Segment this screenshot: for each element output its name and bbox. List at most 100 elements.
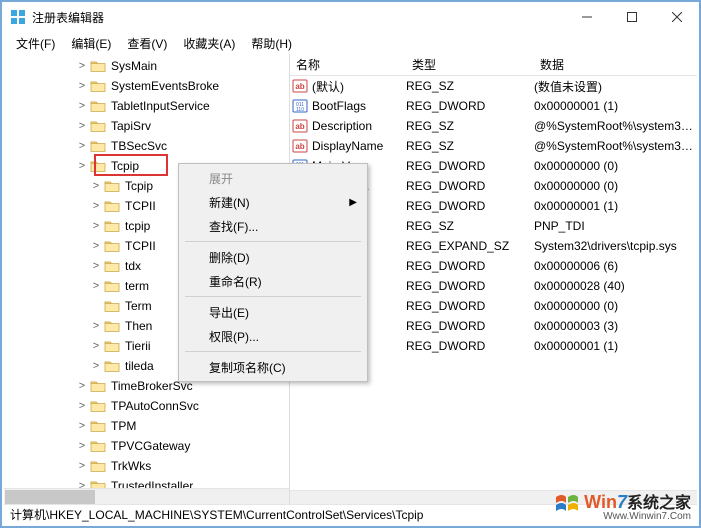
tree-expander-icon[interactable]: > (90, 336, 102, 356)
value-data: 0x00000001 (1) (534, 199, 697, 213)
svg-text:110: 110 (296, 107, 304, 113)
tree-item[interactable]: >TabletInputService (4, 96, 289, 116)
value-type: REG_DWORD (406, 99, 534, 113)
tree-expander-icon[interactable]: > (76, 56, 88, 76)
menu-favorites[interactable]: 收藏夹(A) (175, 33, 243, 54)
menu-view[interactable]: 查看(V) (119, 33, 175, 54)
value-type: REG_DWORD (406, 199, 534, 213)
value-type: REG_EXPAND_SZ (406, 239, 534, 253)
tree-item[interactable]: >TrustedInstaller (4, 476, 289, 488)
ctx-copy-key-name[interactable]: 复制项名称(C) (181, 355, 365, 379)
tree-expander-icon[interactable]: > (90, 276, 102, 296)
list-row[interactable]: ab(默认)REG_SZ(数值未设置) (290, 76, 697, 96)
folder-icon (90, 439, 106, 453)
binary-value-icon: 011110 (292, 98, 308, 114)
value-type: REG_DWORD (406, 319, 534, 333)
tree-expander-icon[interactable]: > (76, 476, 88, 488)
tree-expander-icon[interactable]: > (90, 356, 102, 376)
value-data: @%SystemRoot%\system32\tc (534, 139, 697, 153)
tree-item-label: TCPII (123, 236, 158, 256)
value-type: REG_SZ (406, 139, 534, 153)
folder-icon (90, 79, 106, 93)
list-row[interactable]: abDisplayNameREG_SZ@%SystemRoot%\system3… (290, 136, 697, 156)
ctx-expand[interactable]: 展开 (181, 166, 365, 190)
value-name: BootFlags (312, 99, 406, 113)
folder-icon (104, 259, 120, 273)
close-button[interactable] (654, 2, 699, 32)
tree-expander-icon[interactable]: > (76, 456, 88, 476)
tree-item[interactable]: >TapiSrv (4, 116, 289, 136)
value-data: 0x00000000 (0) (534, 179, 697, 193)
string-value-icon: ab (292, 118, 308, 134)
ctx-separator (185, 351, 361, 352)
tree-item[interactable]: >SystemEventsBroke (4, 76, 289, 96)
watermark-brand1: Win (584, 492, 617, 512)
tree-expander-icon[interactable]: > (76, 156, 88, 176)
folder-icon (90, 419, 106, 433)
value-data: 0x00000001 (1) (534, 99, 697, 113)
tree-scroll-horizontal[interactable] (4, 488, 289, 504)
column-type[interactable]: 类型 (406, 56, 534, 73)
ctx-delete[interactable]: 删除(D) (181, 245, 365, 269)
string-value-icon: ab (292, 138, 308, 154)
tree-expander-icon[interactable]: > (76, 376, 88, 396)
highlight-tree-selection (94, 154, 168, 176)
tree-expander-icon[interactable]: > (76, 416, 88, 436)
scroll-thumb[interactable] (5, 490, 95, 504)
list-row[interactable]: abDescriptionREG_SZ@%SystemRoot%\system3… (290, 116, 697, 136)
folder-icon (104, 319, 120, 333)
window-title: 注册表编辑器 (32, 9, 564, 26)
ctx-permissions[interactable]: 权限(P)... (181, 324, 365, 348)
tree-item-label: TPVCGateway (109, 436, 192, 456)
tree-item[interactable]: >SysMain (4, 56, 289, 76)
tree-expander-icon[interactable]: > (90, 196, 102, 216)
ctx-rename[interactable]: 重命名(R) (181, 269, 365, 293)
folder-icon (104, 359, 120, 373)
menu-file[interactable]: 文件(F) (8, 33, 63, 54)
tree-item-label: tdx (123, 256, 143, 276)
tree-item[interactable]: > TPVCGateway (4, 436, 289, 456)
tree-item-label: TPM (109, 416, 138, 436)
list-header: 名称 类型 数据 (290, 54, 697, 76)
menu-help[interactable]: 帮助(H) (243, 33, 300, 54)
menu-edit[interactable]: 编辑(E) (63, 33, 119, 54)
tree-item[interactable]: >TPAutoConnSvc (4, 396, 289, 416)
folder-icon (90, 379, 106, 393)
value-name: (默认) (312, 78, 406, 95)
tree-item[interactable]: > TPM (4, 416, 289, 436)
tree-expander-icon[interactable]: > (76, 76, 88, 96)
folder-icon (90, 119, 106, 133)
maximize-button[interactable] (609, 2, 654, 32)
status-path: 计算机\HKEY_LOCAL_MACHINE\SYSTEM\CurrentCon… (10, 506, 423, 523)
folder-icon (104, 179, 120, 193)
ctx-export[interactable]: 导出(E) (181, 300, 365, 324)
tree-expander-icon[interactable]: > (90, 176, 102, 196)
folder-icon (104, 199, 120, 213)
minimize-button[interactable] (564, 2, 609, 32)
window-controls (564, 2, 699, 32)
tree-expander-icon[interactable]: > (76, 136, 88, 156)
tree-item-label: TCPII (123, 196, 158, 216)
tree-expander-icon[interactable]: > (90, 256, 102, 276)
tree-item[interactable]: >TBSecSvc (4, 136, 289, 156)
tree-expander-icon[interactable]: > (76, 396, 88, 416)
ctx-new[interactable]: 新建(N)▶ (181, 190, 365, 214)
value-type: REG_SZ (406, 79, 534, 93)
tree-item-label: Term (123, 296, 154, 316)
tree-expander-icon[interactable]: > (90, 316, 102, 336)
list-row[interactable]: 011110 BootFlagsREG_DWORD0x00000001 (1) (290, 96, 697, 116)
tree-expander-icon[interactable]: > (76, 96, 88, 116)
ctx-find[interactable]: 查找(F)... (181, 214, 365, 238)
value-data: 0x00000001 (1) (534, 339, 697, 353)
tree-expander-icon[interactable]: > (90, 236, 102, 256)
tree-item[interactable]: >TrkWks (4, 456, 289, 476)
value-data: System32\drivers\tcpip.sys (534, 239, 697, 253)
folder-icon (90, 59, 106, 73)
value-name: Description (312, 119, 406, 133)
tree-expander-icon[interactable]: > (76, 116, 88, 136)
tree-expander-icon[interactable]: > (76, 436, 88, 456)
value-data: 0x00000006 (6) (534, 259, 697, 273)
column-name[interactable]: 名称 (290, 56, 406, 73)
column-data[interactable]: 数据 (534, 56, 697, 73)
tree-expander-icon[interactable]: > (90, 216, 102, 236)
